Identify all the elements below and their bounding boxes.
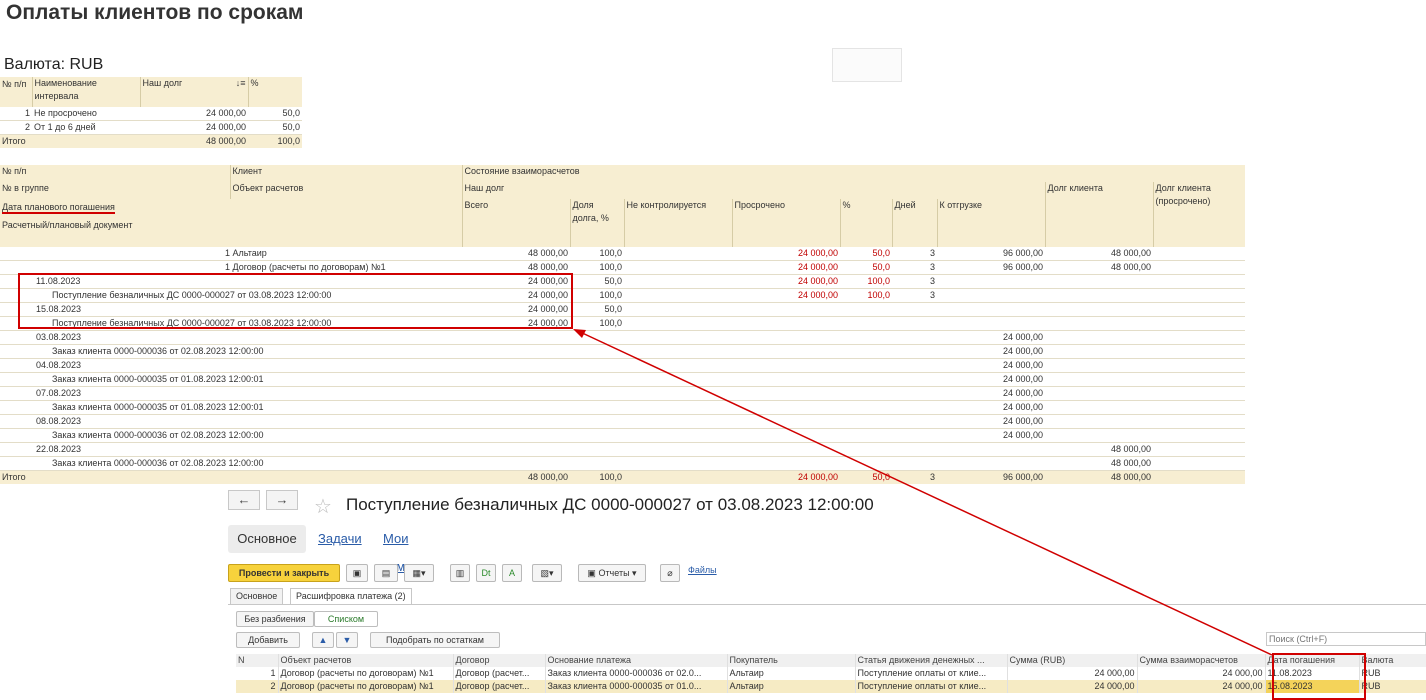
arrow-head [573, 329, 586, 338]
arrow-line [577, 330, 1273, 656]
annotation-arrow [573, 329, 1273, 656]
